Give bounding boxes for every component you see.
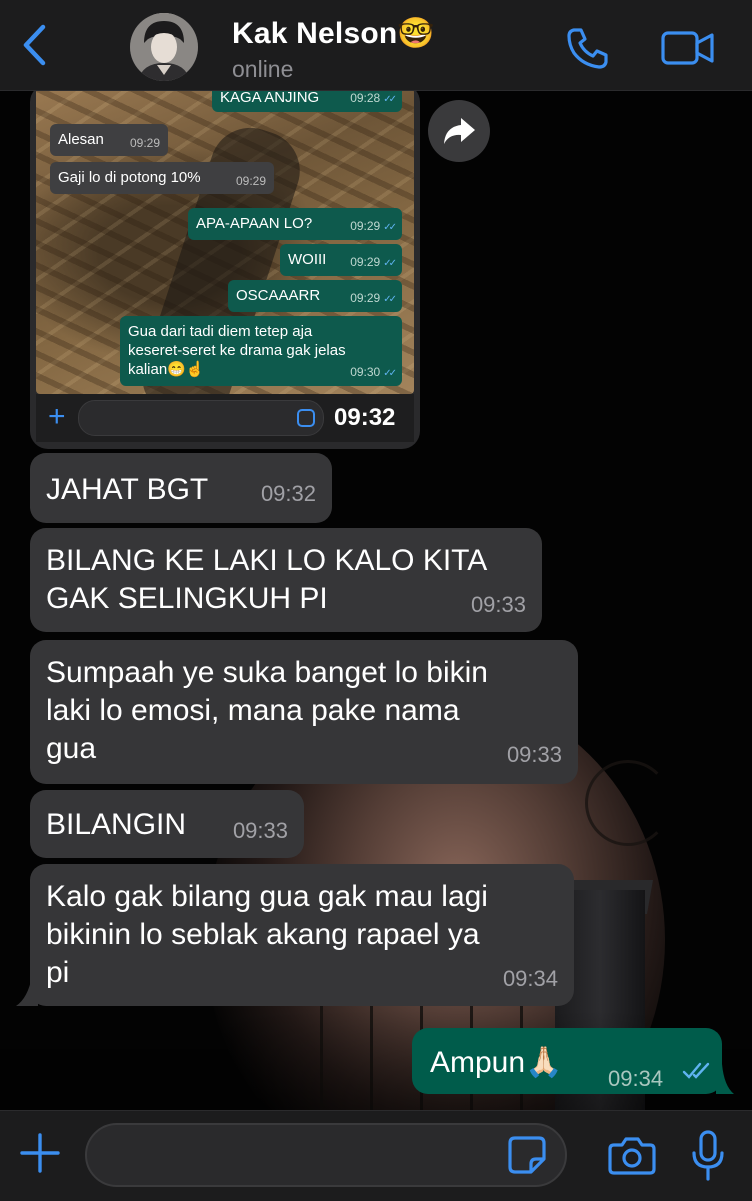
screenshot-input-field [78,400,324,436]
inner-message-text: Alesan [58,131,104,148]
message-text: bikinin lo seblak akang rapael ya [46,918,480,951]
message-input-bar [0,1110,752,1201]
message-time: 09:32 [334,404,396,431]
camera-icon [608,1137,656,1175]
inner-message-time: 09:29 [235,174,266,188]
incoming-message[interactable]: JAHAT BGT 09:32 [30,453,332,523]
read-receipt-icon [682,1062,710,1079]
contact-avatar[interactable] [130,13,198,81]
forward-button[interactable] [428,100,490,162]
message-time: 09:33 [232,818,288,843]
sticker-icon [508,1136,546,1174]
chevron-left-icon [23,24,46,66]
voice-call-button[interactable] [565,26,611,70]
incoming-message[interactable]: BILANGIN 09:33 [30,790,304,858]
inner-message: WOIII 09:29 [280,244,402,276]
inner-message-text: APA-APAAN LO? [196,215,313,232]
back-button[interactable] [14,22,54,68]
message-text: Sumpaah ye suka banget lo bikin [46,656,488,689]
sticker-button[interactable] [507,1135,547,1175]
inner-message-line: Gua dari tadi diem tetep aja [128,323,313,340]
phone-icon [567,28,608,69]
bubble-tail [16,976,38,1006]
attach-button[interactable] [18,1131,62,1175]
inner-message-text: WOIII [288,251,327,268]
message-text: laki lo emosi, mana pake nama [46,694,460,727]
camera-button[interactable] [608,1133,656,1177]
video-call-button[interactable] [660,28,716,68]
inner-message-text: Gaji lo di potong 10% [58,169,201,186]
inner-message-time: 09:30 [350,363,394,383]
inner-message: APA-APAAN LO? 09:29 [188,208,402,240]
inner-message: Alesan 09:29 [50,124,168,156]
inner-message-time: 09:28 [350,89,394,109]
inner-message: Gua dari tadi diem tetep aja keseret-ser… [120,316,402,386]
incoming-message[interactable]: Sumpaah ye suka banget lo bikin laki lo … [30,640,578,784]
screenshot-image: KAGA ANJING 09:28 Alesan 09:29 Gaji lo d… [36,84,414,394]
incoming-message[interactable]: BILANG KE LAKI LO KALO KITA GAK SELINGKU… [30,528,542,632]
inner-message-text: OSCAAARR [236,287,321,304]
inner-message-time: 09:29 [350,217,394,237]
inner-message: OSCAAARR 09:29 [228,280,402,312]
message-text: Kalo gak bilang gua gak mau lagi [46,880,488,913]
message-time: 09:32 [260,481,316,506]
inner-message: Gaji lo di potong 10% 09:29 [50,162,274,194]
bubble-tail [716,1064,734,1094]
inner-message-line: keseret-seret ke drama gak jelas [128,342,346,359]
message-time: 09:33 [506,742,562,767]
message-time: 09:34 [502,966,558,991]
inner-message-time: 09:29 [129,136,160,150]
message-text: Ampun🙏🏻 [430,1046,563,1079]
video-camera-icon [661,31,714,65]
wallpaper-ornament [585,760,671,846]
message-input[interactable] [107,1137,511,1175]
message-text: gua [46,732,97,765]
message-time: 09:33 [470,592,526,617]
image-message[interactable]: KAGA ANJING 09:28 Alesan 09:29 Gaji lo d… [30,84,420,449]
chat-header: Kak Nelson🤓 online [0,0,752,91]
avatar-photo [130,13,198,81]
message-text: pi [46,956,70,989]
sticker-icon [297,409,315,427]
message-text: BILANG KE LAKI LO KALO KITA [46,544,488,577]
plus-icon [20,1133,60,1173]
message-time: 09:34 [608,1066,664,1091]
inner-message-text: KAGA ANJING [220,89,320,106]
inner-message-time: 09:29 [350,289,394,309]
outgoing-message[interactable]: Ampun🙏🏻 09:34 [412,1028,722,1094]
message-input-container[interactable] [85,1123,567,1187]
incoming-message[interactable]: Kalo gak bilang gua gak mau lagi bikinin… [30,864,574,1006]
contact-status: online [232,56,294,82]
microphone-button[interactable] [690,1129,726,1183]
forward-icon [444,118,475,144]
microphone-icon [692,1130,724,1181]
contact-name[interactable]: Kak Nelson🤓 [232,16,435,51]
inner-message-time: 09:29 [350,253,394,273]
plus-icon: + [48,400,66,433]
message-text: GAK SELINGKUH PI [46,582,328,615]
